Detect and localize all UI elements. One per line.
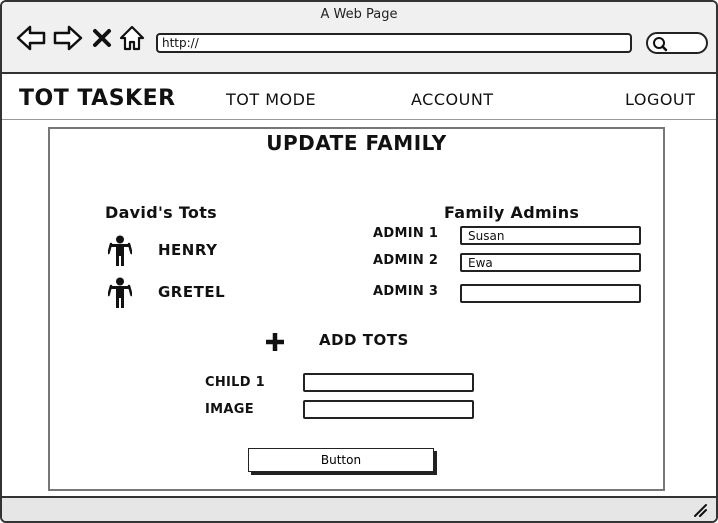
- header-divider: [2, 119, 716, 120]
- admin-2-label: ADMIN 2: [373, 253, 439, 268]
- admins-section-title: Family Admins: [444, 203, 580, 222]
- admin-1-label: ADMIN 1: [373, 226, 439, 241]
- forward-arrow-icon[interactable]: [53, 24, 83, 52]
- nav-tot-mode[interactable]: TOT MODE: [226, 90, 316, 109]
- submit-button[interactable]: Button: [248, 448, 434, 472]
- page-title: UPDATE FAMILY: [266, 131, 447, 155]
- close-icon[interactable]: [90, 24, 114, 52]
- search-icon: [653, 37, 668, 52]
- child-icon: [108, 277, 132, 308]
- admin-3-label: ADMIN 3: [373, 284, 439, 299]
- brand-logo-text: TOT TASKER: [19, 86, 176, 111]
- image-input[interactable]: [303, 400, 474, 419]
- back-arrow-icon[interactable]: [16, 24, 46, 52]
- update-family-panel: UPDATE FAMILY David's Tots HENRY GRETEL …: [48, 127, 665, 491]
- browser-toolbar: A Web Page http://: [2, 2, 716, 74]
- tot-item[interactable]: GRETEL: [108, 277, 258, 309]
- child-icon: [108, 235, 132, 266]
- tot-item[interactable]: HENRY: [108, 235, 258, 267]
- admin-2-input[interactable]: [460, 253, 641, 272]
- url-input[interactable]: http://: [156, 33, 632, 53]
- add-tots-button[interactable]: ADD TOTS: [264, 327, 444, 357]
- tot-name: HENRY: [158, 241, 218, 259]
- image-label: IMAGE: [205, 402, 254, 417]
- plus-icon: [266, 333, 284, 351]
- nav-account[interactable]: ACCOUNT: [411, 90, 494, 109]
- status-bar: [2, 496, 716, 521]
- window-title: A Web Page: [320, 7, 398, 22]
- admin-3-input[interactable]: [460, 284, 641, 303]
- add-tots-label: ADD TOTS: [319, 331, 409, 349]
- nav-logout[interactable]: LOGOUT: [625, 90, 695, 109]
- child-1-input[interactable]: [303, 373, 474, 392]
- home-icon[interactable]: [118, 24, 146, 52]
- resize-grip-icon[interactable]: [692, 502, 708, 518]
- browser-search-input[interactable]: [646, 32, 708, 54]
- browser-window: A Web Page http:// TOT TASKER TOT MODE A…: [0, 0, 718, 523]
- admin-1-input[interactable]: [460, 226, 641, 245]
- tots-section-title: David's Tots: [105, 203, 217, 222]
- child-1-label: CHILD 1: [205, 375, 266, 390]
- tot-name: GRETEL: [158, 283, 226, 301]
